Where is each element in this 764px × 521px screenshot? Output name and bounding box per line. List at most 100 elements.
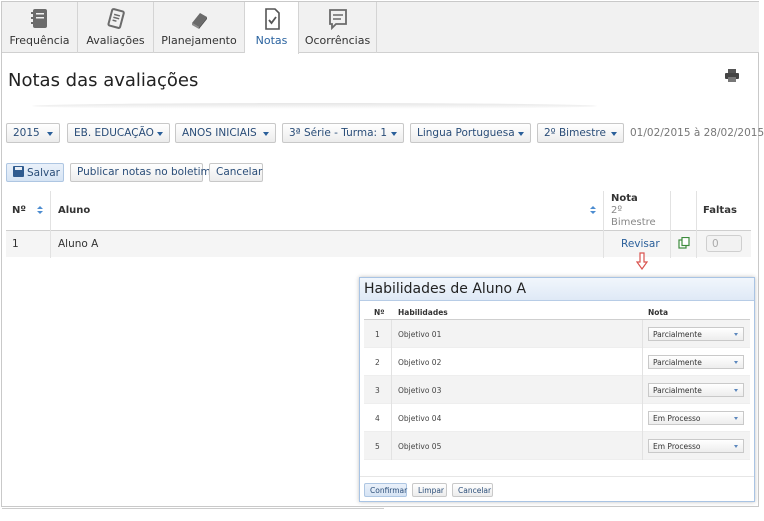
dialog-row-habilidade: Objetivo 02	[398, 358, 442, 367]
faltas-input[interactable]: 0	[706, 235, 742, 252]
chevron-down-icon	[518, 132, 524, 136]
period-select[interactable]: 2º Bimestre	[537, 123, 624, 143]
level-select[interactable]: ANOS INICIAIS	[175, 123, 276, 143]
column-divider	[696, 191, 697, 258]
dialog-header-habilidades: Habilidades	[398, 308, 448, 317]
document-check-icon	[264, 8, 280, 30]
habilidades-dialog: Habilidades de Aluno A Nº Habilidades No…	[359, 277, 755, 502]
divider	[2, 508, 384, 509]
dialog-row: 1 Objetivo 01 Parcialmente	[364, 320, 750, 348]
cancel-button[interactable]: Cancelar	[209, 163, 263, 182]
select-value: Lingua Portuguesa	[417, 127, 515, 139]
message-icon	[328, 9, 347, 30]
subject-select[interactable]: Lingua Portuguesa	[410, 123, 531, 143]
chevron-down-icon	[734, 333, 738, 336]
select-value: Parcialmente	[653, 330, 702, 339]
chevron-down-icon	[391, 132, 397, 136]
column-divider	[391, 320, 392, 460]
year-select[interactable]: 2015	[6, 123, 60, 143]
print-icon[interactable]	[725, 69, 739, 82]
books-icon	[192, 13, 207, 29]
clear-button[interactable]: Limpar	[412, 483, 447, 497]
nota-select[interactable]: Em Processo	[648, 411, 744, 425]
dialog-footer: Confirmar Limpar Cancelar	[360, 476, 754, 502]
divider	[32, 103, 597, 109]
save-button[interactable]: Salvar	[6, 163, 64, 182]
button-label: Limpar	[418, 486, 445, 495]
tab-ocorrencias[interactable]: Ocorrências	[299, 2, 377, 53]
tab-label: Ocorrências	[304, 34, 371, 47]
nota-select[interactable]: Parcialmente	[648, 383, 744, 397]
copy-icon[interactable]	[678, 237, 690, 249]
revisar-link[interactable]: Revisar	[621, 238, 660, 250]
select-value: 2015	[13, 127, 40, 139]
tab-frequencia[interactable]: Frequência	[2, 2, 78, 53]
clipboard-icon	[106, 8, 125, 29]
select-value: EB. EDUCAÇÃO	[74, 127, 154, 139]
chevron-down-icon	[734, 361, 738, 364]
select-value: ANOS INICIAIS	[182, 127, 257, 139]
chevron-down-icon	[734, 389, 738, 392]
button-label: Publicar notas no boletim	[77, 166, 211, 178]
sort-icon[interactable]	[589, 206, 596, 215]
dialog-row-num: 5	[375, 442, 380, 451]
select-value: 3ª Série - Turma: 1	[289, 127, 388, 139]
chevron-down-icon	[734, 417, 738, 420]
column-divider	[603, 191, 604, 258]
column-divider	[642, 320, 643, 460]
nota-select[interactable]: Parcialmente	[648, 355, 744, 369]
date-range: 01/02/2015 à 28/02/2015	[630, 127, 764, 139]
dialog-row-habilidade: Objetivo 05	[398, 442, 442, 451]
tab-notas[interactable]: Notas	[245, 2, 299, 54]
dialog-row: 3 Objetivo 03 Parcialmente	[364, 376, 750, 404]
publish-button[interactable]: Publicar notas no boletim	[70, 163, 211, 182]
page-title: Notas das avaliações	[8, 70, 199, 91]
dialog-row: 5 Objetivo 05 Em Processo	[364, 432, 750, 460]
dialog-row: 4 Objetivo 04 Em Processo	[364, 404, 750, 432]
dialog-row-num: 1	[375, 330, 380, 339]
chevron-down-icon	[263, 132, 269, 136]
row-aluno: Aluno A	[58, 238, 99, 250]
tab-label: Frequência	[9, 34, 70, 47]
column-divider	[50, 191, 51, 258]
chevron-down-icon	[157, 132, 163, 136]
select-value: 2º Bimestre	[544, 127, 606, 139]
button-label: Confirmar	[370, 486, 408, 495]
dialog-row-num: 2	[375, 358, 380, 367]
class-select[interactable]: 3ª Série - Turma: 1	[282, 123, 404, 143]
button-label: Cancelar	[216, 166, 263, 178]
column-divider	[670, 191, 671, 258]
tab-bar: Frequência Avaliações Planejamento Notas…	[2, 2, 759, 54]
select-value: Parcialmente	[653, 386, 702, 395]
select-value: Em Processo	[653, 442, 701, 451]
sort-icon[interactable]	[36, 206, 43, 215]
dialog-row-num: 4	[375, 414, 380, 423]
tab-label: Planejamento	[161, 34, 237, 47]
dialog-row-habilidade: Objetivo 03	[398, 386, 442, 395]
app-frame: Frequência Avaliações Planejamento Notas…	[1, 1, 764, 509]
arrow-down-icon	[636, 252, 648, 270]
dialog-row: 2 Objetivo 02 Parcialmente	[364, 348, 750, 376]
nota-select[interactable]: Em Processo	[648, 439, 744, 453]
row-num: 1	[12, 238, 19, 250]
tab-planejamento[interactable]: Planejamento	[154, 2, 245, 53]
dialog-cancel-button[interactable]: Cancelar	[452, 483, 493, 497]
notebook-icon	[30, 9, 47, 28]
nota-select[interactable]: Parcialmente	[648, 327, 744, 341]
save-icon	[13, 166, 24, 177]
select-value: Em Processo	[653, 414, 701, 423]
chevron-down-icon	[47, 132, 53, 136]
button-label: Salvar	[27, 167, 60, 179]
confirm-button[interactable]: Confirmar	[364, 483, 407, 497]
school-select[interactable]: EB. EDUCAÇÃO	[67, 123, 170, 143]
tab-label: Notas	[255, 34, 288, 47]
header-num: Nº	[12, 205, 27, 216]
dialog-row-habilidade: Objetivo 01	[398, 330, 442, 339]
header-nota: Nota	[611, 193, 638, 204]
select-value: Parcialmente	[653, 358, 702, 367]
dialog-title: Habilidades de Aluno A	[360, 278, 754, 301]
dialog-row-num: 3	[375, 386, 380, 395]
tab-avaliacoes[interactable]: Avaliações	[78, 2, 154, 53]
chevron-down-icon	[611, 132, 617, 136]
dialog-header-nota: Nota	[648, 308, 669, 317]
